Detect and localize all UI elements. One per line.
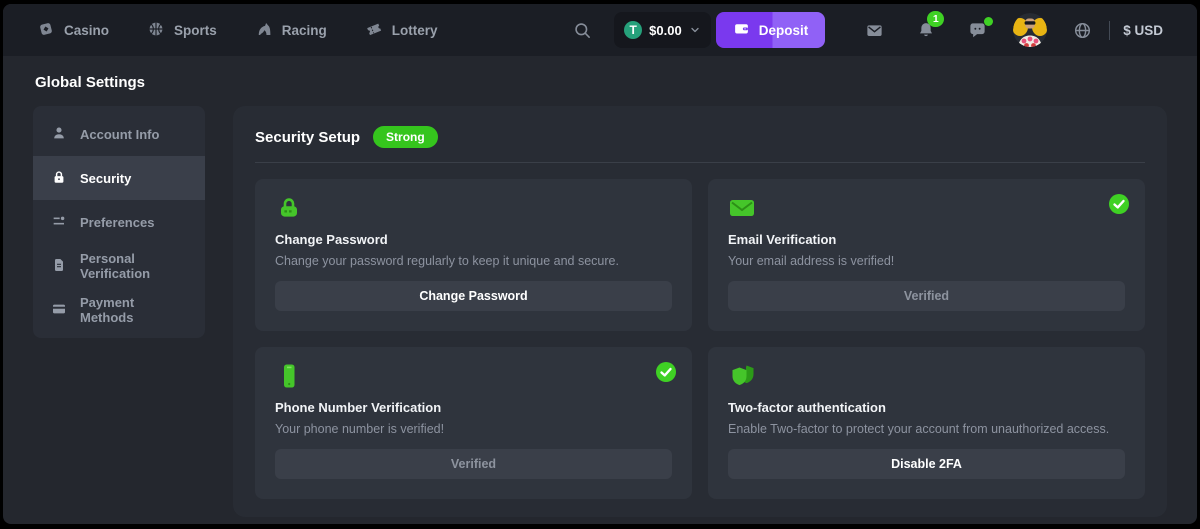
email-icon [728,195,1125,221]
sidebar-item-personal-verification[interactable]: Personal Verification [33,244,205,288]
sliders-icon [51,213,67,232]
card-change-password: Change Password Change your password reg… [255,179,692,331]
card-description: Change your password regularly to keep i… [275,254,672,268]
nav-right: T $0.00 Deposit 1 [573,12,1163,48]
sidebar-item-label: Payment Methods [80,295,187,325]
panel-title: Security Setup [255,129,360,146]
nav-link-casino[interactable]: Casino [37,20,109,41]
card-two-factor: Two-factor authentication Enable Two-fac… [708,347,1145,499]
app-window: Casino Sports Racing Lottery [3,4,1197,524]
casino-icon [37,20,55,41]
strength-badge: Strong [373,126,438,148]
security-panel: Security Setup Strong Change Password Ch… [233,106,1167,517]
sports-icon [147,20,165,41]
card-description: Your email address is verified! [728,254,1125,268]
nav-link-label: Casino [64,23,109,38]
nav-link-label: Lottery [392,23,438,38]
card-title: Change Password [275,232,672,247]
email-verified-button[interactable]: Verified [728,281,1125,311]
credit-card-icon [51,301,67,320]
wallet-icon [733,20,750,40]
sidebar-item-payment-methods[interactable]: Payment Methods [33,288,205,332]
divider [255,162,1145,163]
lock-icon [51,169,67,188]
nav-link-sports[interactable]: Sports [147,20,217,41]
card-email-verification: Email Verification Your email address is… [708,179,1145,331]
online-dot [984,17,993,26]
nav-links: Casino Sports Racing Lottery [37,20,438,41]
mail-icon[interactable] [865,21,884,40]
sidebar-item-label: Security [80,171,131,186]
phone-icon [275,363,672,389]
sidebar-item-label: Preferences [80,215,154,230]
person-icon [51,125,67,144]
change-password-button[interactable]: Change Password [275,281,672,311]
card-title: Two-factor authentication [728,400,1125,415]
card-title: Email Verification [728,232,1125,247]
avatar[interactable] [1013,13,1047,47]
racing-icon [255,20,273,41]
card-phone-verification: Phone Number Verification Your phone num… [255,347,692,499]
top-navbar: Casino Sports Racing Lottery [3,4,1197,56]
search-icon[interactable] [573,21,592,40]
bell-icon[interactable]: 1 [917,21,935,39]
nav-link-lottery[interactable]: Lottery [365,20,438,41]
nav-link-label: Sports [174,23,217,38]
sidebar-item-label: Personal Verification [80,251,187,281]
security-cards: Change Password Change your password reg… [255,179,1145,499]
lottery-icon [365,20,383,41]
settings-sidebar: Account Info Security Preferences [33,106,205,338]
verified-check-icon [656,362,676,387]
page-title: Global Settings [35,74,1167,92]
disable-2fa-button[interactable]: Disable 2FA [728,449,1125,479]
card-description: Enable Two-factor to protect your accoun… [728,422,1125,436]
deposit-label: Deposit [759,23,809,38]
verified-check-icon [1109,194,1129,219]
currency-selector[interactable]: $ USD [1123,23,1163,38]
password-lock-icon [275,195,672,221]
notification-badge: 1 [927,11,944,27]
sidebar-item-account-info[interactable]: Account Info [33,112,205,156]
sidebar-item-preferences[interactable]: Preferences [33,200,205,244]
card-description: Your phone number is verified! [275,422,672,436]
balance-dropdown[interactable]: T $0.00 [614,12,711,48]
globe-icon[interactable] [1073,21,1092,40]
chevron-down-icon [689,24,701,36]
document-icon [51,257,67,276]
nav-link-racing[interactable]: Racing [255,20,327,41]
content-area: Global Settings Account Info Security [3,56,1197,524]
nav-link-label: Racing [282,23,327,38]
chat-icon[interactable] [968,21,987,40]
divider [1109,21,1110,40]
phone-verified-button[interactable]: Verified [275,449,672,479]
tether-coin-icon: T [624,21,642,39]
two-shields-icon [728,363,1125,389]
sidebar-item-security[interactable]: Security [33,156,205,200]
balance-amount: $0.00 [649,23,682,38]
sidebar-item-label: Account Info [80,127,159,142]
card-title: Phone Number Verification [275,400,672,415]
deposit-button[interactable]: Deposit [716,12,826,48]
